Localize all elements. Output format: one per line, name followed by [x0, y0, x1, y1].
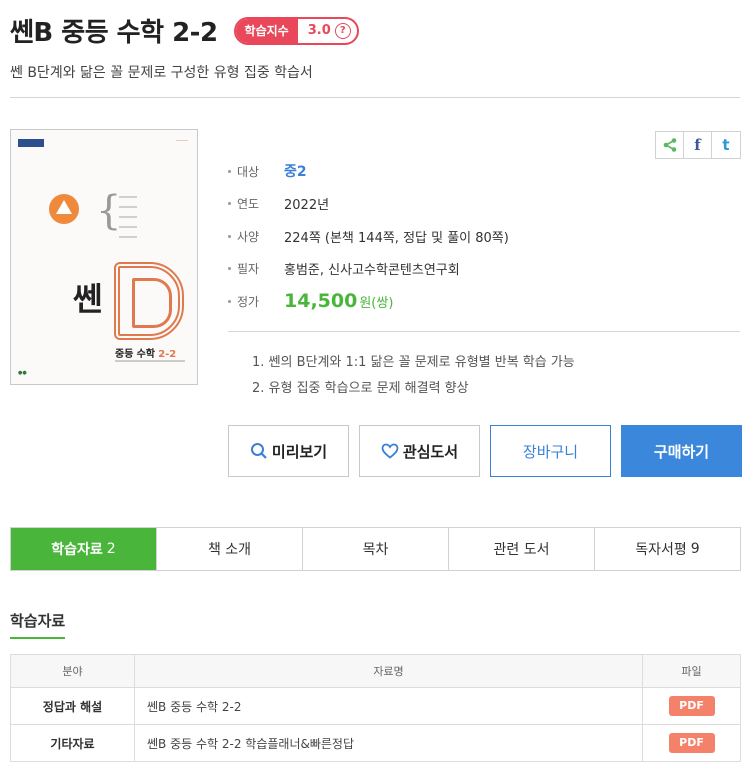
preview-button[interactable]: 미리보기	[228, 425, 349, 477]
info-key: 연도	[237, 197, 260, 212]
help-icon[interactable]: ?	[334, 22, 351, 39]
publisher-logo	[18, 139, 44, 147]
table-row: 기타자료 쎈B 중등 수학 2-2 학습플래너&빠른정답 PDF	[10, 724, 741, 762]
info-key: 필자	[237, 262, 260, 277]
materials-table: 분야 자료명 파일 정답과 해설 쎈B 중등 수학 2-2 PDF 기타자료 쎈…	[10, 654, 741, 762]
search-icon	[250, 443, 267, 459]
section-title: 학습자료	[10, 610, 66, 639]
price-value: 14,500	[284, 290, 358, 313]
divider	[10, 97, 740, 98]
row-name: 쎈B 중등 수학 2-2 학습플래너&빠른정답	[134, 724, 643, 762]
cover-caption-subject: 수학	[136, 349, 155, 360]
learning-index-badge[interactable]: 학습지수 3.0 ?	[233, 16, 359, 45]
tab-label: 목차	[362, 542, 389, 558]
pdf-download-button[interactable]: PDF	[668, 733, 715, 753]
cover-publisher-mark: ●●	[18, 370, 27, 376]
wishlist-label: 관심도서	[402, 443, 459, 461]
learning-index-value: 3.0	[307, 23, 331, 38]
column-header-file: 파일	[642, 654, 741, 688]
cover-lines	[119, 196, 137, 246]
info-row-author: 필자 홍범준, 신사고수학콘텐츠연구회	[228, 253, 509, 286]
tab-reviews[interactable]: 독자서평 9	[595, 528, 740, 570]
info-row-price: 정가 14,500 원(쌍)	[228, 285, 509, 318]
table-row: 정답과 해설 쎈B 중등 수학 2-2 PDF	[10, 687, 741, 725]
heart-icon	[381, 443, 399, 459]
brace-decoration: {	[96, 188, 122, 234]
pdf-download-button[interactable]: PDF	[668, 696, 715, 716]
tab-materials[interactable]: 학습자료 2	[11, 528, 157, 570]
cover-b-logo	[114, 262, 184, 340]
feature-item: 1. 쎈의 B단계와 1:1 닮은 꼴 문제로 유형별 반복 학습 가능	[252, 355, 575, 370]
row-file: PDF	[642, 724, 741, 762]
info-value: 중2	[284, 164, 307, 181]
info-value: 홍범준, 신사고수학콘텐츠연구회	[284, 263, 460, 279]
price-unit: 원(쌍)	[359, 295, 394, 311]
book-cover-image[interactable]: ——— { 쎈 중등 수학 2-2 ●●	[10, 129, 198, 385]
row-category: 기타자료	[10, 724, 135, 762]
subtitle: 쎈 B단계와 닮은 꼴 문제로 구성한 유형 집중 학습서	[10, 65, 313, 81]
content-tabs: 학습자료 2 책 소개 목차 관련 도서 독자서평 9	[10, 527, 741, 571]
title-row: 쎈B 중등 수학 2-2 학습지수 3.0 ?	[10, 12, 359, 49]
column-header-category: 분야	[10, 654, 135, 688]
column-header-name: 자료명	[134, 654, 643, 688]
info-key: 사양	[237, 229, 260, 244]
row-name: 쎈B 중등 수학 2-2	[134, 687, 643, 725]
bullet	[228, 267, 231, 271]
page-title: 쎈B 중등 수학 2-2	[10, 18, 218, 48]
bullet	[228, 234, 231, 238]
bullet	[228, 299, 231, 303]
bullet	[228, 202, 231, 206]
info-key: 정가	[237, 294, 260, 309]
facebook-icon[interactable]: f	[684, 132, 712, 158]
tab-label: 관련 도서	[493, 542, 550, 558]
tab-related-books[interactable]: 관련 도서	[449, 528, 595, 570]
info-key: 대상	[237, 164, 260, 179]
wishlist-button[interactable]: 관심도서	[359, 425, 480, 477]
cover-decoration: ———	[176, 138, 188, 143]
tab-count: 9	[690, 541, 700, 557]
row-file: PDF	[642, 687, 741, 725]
cover-caption-grade: 2-2	[158, 349, 177, 360]
info-row-target: 대상 중2	[228, 155, 509, 188]
info-value: 224쪽 (본책 144쪽, 정답 및 풀이 80쪽)	[284, 230, 509, 246]
table-header-row: 분야 자료명 파일	[10, 654, 741, 688]
info-row-year: 연도 2022년	[228, 188, 509, 221]
share-icon[interactable]	[656, 132, 684, 158]
row-category: 정답과 해설	[10, 687, 135, 725]
learning-index-label: 학습지수	[235, 18, 298, 43]
book-info-list: 대상 중2 연도 2022년 사양 224쪽 (본책 144쪽, 정답 및 풀이…	[228, 155, 509, 318]
info-row-spec: 사양 224쪽 (본책 144쪽, 정답 및 풀이 80쪽)	[228, 220, 509, 253]
tab-count: 2	[106, 541, 116, 557]
cart-button[interactable]: 장바구니	[490, 425, 611, 477]
tab-label: 학습자료	[51, 542, 103, 558]
twitter-icon[interactable]: t	[712, 132, 740, 158]
buy-button[interactable]: 구매하기	[621, 425, 742, 477]
tab-contents[interactable]: 목차	[303, 528, 449, 570]
share-buttons: f t	[655, 131, 741, 159]
cover-subline	[115, 360, 185, 362]
preview-label: 미리보기	[271, 443, 328, 461]
feature-item: 2. 유형 집중 학습으로 문제 해결력 향상	[252, 381, 469, 396]
tab-book-intro[interactable]: 책 소개	[157, 528, 303, 570]
info-value: 2022년	[284, 198, 330, 214]
cover-caption: 중등 수학 2-2	[115, 345, 176, 360]
action-buttons: 미리보기 관심도서 장바구니 구매하기	[228, 425, 742, 477]
tab-label: 독자서평	[635, 542, 687, 558]
cover-brand: 쎈	[73, 280, 103, 318]
tab-label: 책 소개	[207, 542, 252, 558]
cover-caption-prefix: 중등	[115, 349, 134, 360]
divider	[228, 331, 740, 332]
feature-list: 1. 쎈의 B단계와 1:1 닮은 꼴 문제로 유형별 반복 학습 가능 2. …	[252, 351, 575, 403]
bullet	[228, 169, 231, 173]
triangle-icon	[49, 194, 79, 224]
